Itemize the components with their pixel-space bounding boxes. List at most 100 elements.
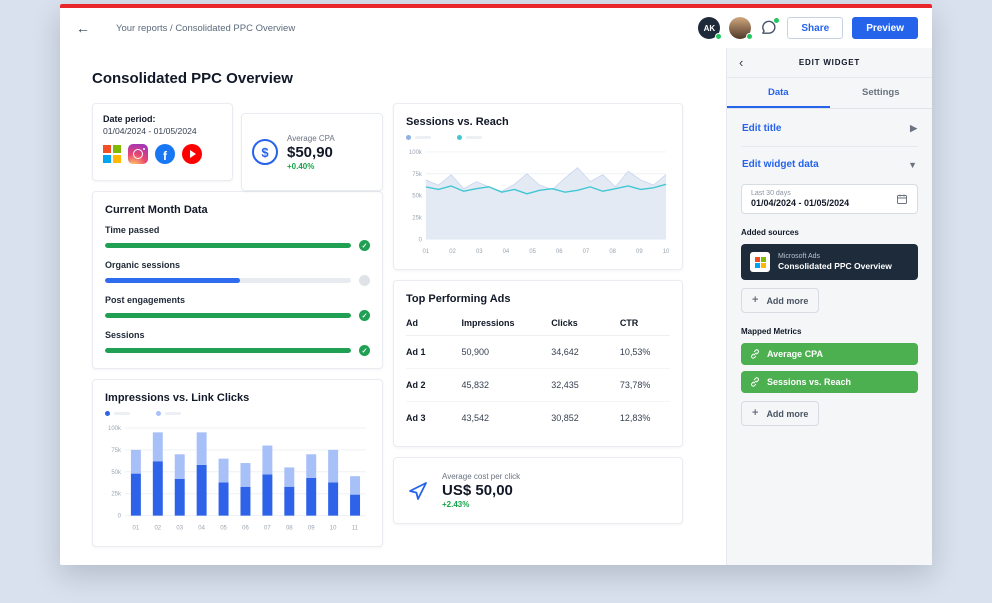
calendar-icon — [896, 193, 908, 205]
col-header-ctr: CTR — [620, 311, 670, 336]
add-metric-button[interactable]: + Add more — [741, 401, 819, 426]
progress-label: Sessions — [105, 330, 370, 340]
svg-text:04: 04 — [503, 249, 510, 255]
svg-text:08: 08 — [609, 249, 616, 255]
svg-text:01: 01 — [423, 249, 430, 255]
topbar: ← Your reports / Consolidated PPC Overvi… — [60, 8, 932, 48]
progress-fill — [105, 243, 351, 248]
legend-dot-link-clicks — [156, 411, 161, 416]
col-header-clicks: Clicks — [551, 311, 620, 336]
progress-status-icon: ✓ — [359, 345, 370, 356]
preview-button[interactable]: Preview — [852, 17, 918, 39]
metric-pill-average-cpa[interactable]: Average CPA — [741, 343, 918, 365]
progress-track — [105, 313, 351, 318]
edit-widget-data-label: Edit widget data — [742, 159, 819, 170]
app-window: ← Your reports / Consolidated PPC Overvi… — [60, 4, 932, 565]
svg-text:06: 06 — [242, 526, 249, 532]
progress-row: Post engagements ✓ — [105, 295, 370, 321]
cell-clicks: 32,435 — [551, 369, 620, 402]
date-range-select[interactable]: Last 30 days 01/04/2024 - 01/05/2024 — [741, 184, 918, 214]
edit-widget-data-row[interactable]: Edit widget data ▼ — [741, 147, 918, 182]
cell-ad: Ad 3 — [406, 402, 461, 435]
legend-dash — [415, 136, 431, 139]
top-performing-ads-widget[interactable]: Top Performing Ads Ad Impressions Clicks… — [393, 280, 683, 447]
metric-pill-label: Sessions vs. Reach — [767, 377, 851, 387]
avatar-photo[interactable] — [729, 17, 751, 39]
tab-data[interactable]: Data — [727, 78, 830, 108]
svg-text:05: 05 — [529, 249, 536, 255]
progress-fill — [105, 278, 240, 283]
legend-dot-impressions — [105, 411, 110, 416]
add-source-button[interactable]: + Add more — [741, 288, 819, 313]
legend-dash — [466, 136, 482, 139]
source-name: Consolidated PPC Overview — [778, 261, 892, 271]
source-card-microsoft-ads[interactable]: Microsoft Ads Consolidated PPC Overview — [741, 244, 918, 280]
panel-back-button[interactable]: ‹ — [739, 56, 743, 69]
svg-text:25k: 25k — [111, 492, 121, 498]
avatar-initials-text: AK — [704, 24, 716, 33]
chevron-right-icon: ▶ — [910, 123, 917, 134]
current-month-widget[interactable]: Current Month Data Time passed ✓ Organic… — [92, 191, 383, 369]
impressions-chart-title: Impressions vs. Link Clicks — [105, 392, 370, 404]
table-header-row: Ad Impressions Clicks CTR — [406, 311, 670, 336]
svg-text:07: 07 — [264, 526, 271, 532]
panel-title: EDIT WIDGET — [799, 58, 860, 67]
average-cpa-widget[interactable]: $ Average CPA $50,90 +0.40% — [241, 113, 383, 191]
svg-text:0: 0 — [118, 514, 122, 520]
cell-ad: Ad 1 — [406, 336, 461, 369]
edit-widget-header: ‹ EDIT WIDGET — [727, 48, 932, 78]
progress-status-icon: ✓ — [359, 310, 370, 321]
cell-ad: Ad 2 — [406, 369, 461, 402]
svg-text:01: 01 — [133, 526, 140, 532]
progress-row: Sessions ✓ — [105, 330, 370, 356]
legend-dot-reach — [406, 135, 411, 140]
cell-impressions: 43,542 — [461, 402, 551, 435]
legend-dot-sessions — [457, 135, 462, 140]
avg-cpc-widget[interactable]: Average cost per click US$ 50,00 +2.43% — [393, 457, 683, 524]
tab-settings[interactable]: Settings — [830, 78, 933, 108]
metric-pill-sessions-reach[interactable]: Sessions vs. Reach — [741, 371, 918, 393]
facebook-icon: f — [155, 144, 175, 164]
current-month-title: Current Month Data — [105, 204, 370, 216]
sessions-chart-title: Sessions vs. Reach — [406, 116, 670, 128]
top-ads-title: Top Performing Ads — [406, 293, 670, 305]
average-cpa-label: Average CPA — [287, 134, 335, 143]
progress-status-icon — [359, 275, 370, 286]
cell-impressions: 45,832 — [461, 369, 551, 402]
back-button[interactable]: ← — [76, 21, 90, 35]
avatar-initials[interactable]: AK — [698, 17, 720, 39]
platform-icons: f — [103, 144, 222, 164]
breadcrumb: Your reports / Consolidated PPC Overview — [116, 23, 295, 34]
comments-button[interactable] — [760, 19, 778, 37]
avg-cpc-value: US$ 50,00 — [442, 482, 520, 499]
legend-dash — [165, 412, 181, 415]
svg-text:50k: 50k — [111, 470, 121, 476]
cell-ctr: 12,83% — [620, 402, 670, 435]
panel-tabs: Data Settings — [727, 78, 932, 109]
svg-text:100k: 100k — [108, 426, 121, 432]
svg-text:11: 11 — [352, 526, 359, 532]
svg-text:02: 02 — [154, 526, 161, 532]
svg-text:50k: 50k — [412, 194, 422, 200]
svg-text:100k: 100k — [409, 150, 422, 156]
microsoft-icon — [103, 145, 121, 163]
cell-clicks: 30,852 — [551, 402, 620, 435]
date-period-widget[interactable]: Date period: 01/04/2024 - 01/05/2024 f — [92, 103, 233, 181]
share-button[interactable]: Share — [787, 17, 843, 39]
svg-text:06: 06 — [556, 249, 563, 255]
table-row: Ad 1 50,900 34,642 10,53% — [406, 336, 670, 369]
impressions-link-clicks-widget[interactable]: Impressions vs. Link Clicks 100k75k50k25… — [92, 379, 383, 547]
date-range-value: 01/04/2024 - 01/05/2024 — [751, 198, 849, 208]
online-status-dot — [715, 33, 722, 40]
svg-text:03: 03 — [176, 526, 183, 532]
svg-text:05: 05 — [220, 526, 227, 532]
table-row: Ad 3 43,542 30,852 12,83% — [406, 402, 670, 435]
table-row: Ad 2 45,832 32,435 73,78% — [406, 369, 670, 402]
instagram-icon — [128, 144, 148, 164]
edit-title-row[interactable]: Edit title ▶ — [741, 111, 918, 147]
link-icon — [750, 377, 760, 387]
add-source-label: Add more — [766, 296, 808, 306]
sessions-reach-widget[interactable]: Sessions vs. Reach 100k75k50k25k00102030… — [393, 103, 683, 270]
svg-text:02: 02 — [449, 249, 456, 255]
mapped-metrics-label: Mapped Metrics — [741, 327, 918, 336]
